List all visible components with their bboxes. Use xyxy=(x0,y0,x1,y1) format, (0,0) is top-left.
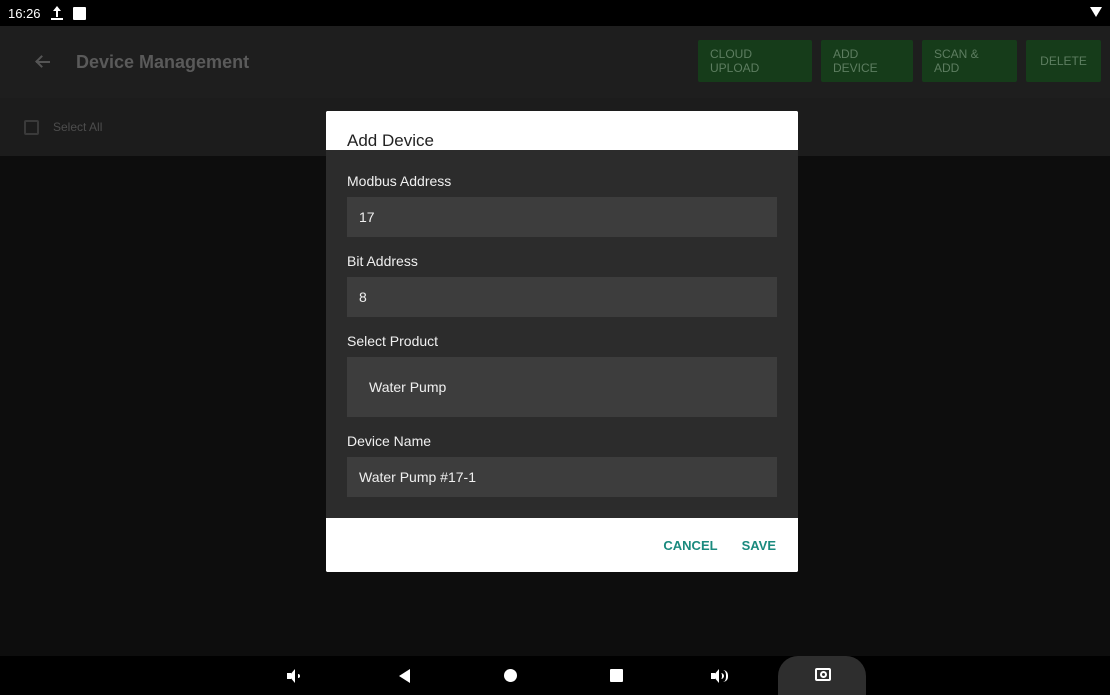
cloud-upload-button[interactable]: CLOUD UPLOAD xyxy=(698,40,812,82)
dialog-title: Add Device xyxy=(347,131,434,150)
volume-down-icon[interactable] xyxy=(287,669,301,683)
select-all-checkbox[interactable] xyxy=(24,119,39,135)
modbus-address-label: Modbus Address xyxy=(347,173,452,189)
app-bar: Device Management CLOUD UPLOAD ADD DEVIC… xyxy=(0,26,1110,98)
status-time: 16:26 xyxy=(8,5,41,21)
cancel-button[interactable]: CANCEL xyxy=(663,538,717,553)
dialog-header: Add Device xyxy=(326,111,798,150)
system-nav-bar xyxy=(0,656,1110,695)
add-device-dialog: Add Device Modbus Address 17 Bit Address… xyxy=(326,111,798,572)
select-all-label: Select All xyxy=(53,120,103,134)
dialog-body: Modbus Address 17 Bit Address 8 Select P… xyxy=(326,150,798,518)
notification-square-icon xyxy=(72,6,86,20)
modbus-address-input[interactable]: 17 xyxy=(347,197,777,237)
camera-icon xyxy=(815,668,831,681)
status-bar: 16:26 xyxy=(0,0,1110,26)
device-name-label: Device Name xyxy=(347,433,432,449)
save-button[interactable]: SAVE xyxy=(742,538,776,553)
select-product-label: Select Product xyxy=(347,333,439,349)
device-name-input[interactable]: Water Pump #17-1 xyxy=(347,457,777,497)
add-device-button[interactable]: ADD DEVICE xyxy=(821,40,913,82)
upload-icon xyxy=(50,6,63,20)
scan-and-add-button[interactable]: SCAN & ADD xyxy=(922,40,1017,82)
dialog-footer: CANCEL SAVE xyxy=(326,518,798,572)
volume-up-icon[interactable] xyxy=(711,669,729,683)
bit-address-input[interactable]: 8 xyxy=(347,277,777,317)
screenshot-button[interactable] xyxy=(778,656,866,695)
back-arrow-icon[interactable] xyxy=(32,50,56,74)
page-title: Device Management xyxy=(76,51,250,72)
recents-icon[interactable] xyxy=(610,669,623,682)
toolbar-actions: CLOUD UPLOAD ADD DEVICE SCAN & ADD DELET… xyxy=(698,40,1101,82)
product-select[interactable]: Water Pump xyxy=(347,357,777,417)
bit-address-label: Bit Address xyxy=(347,253,418,269)
nav-back-icon[interactable] xyxy=(399,669,410,683)
wifi-icon xyxy=(1090,7,1102,17)
home-icon[interactable] xyxy=(504,669,517,682)
delete-button[interactable]: DELETE xyxy=(1026,40,1101,82)
